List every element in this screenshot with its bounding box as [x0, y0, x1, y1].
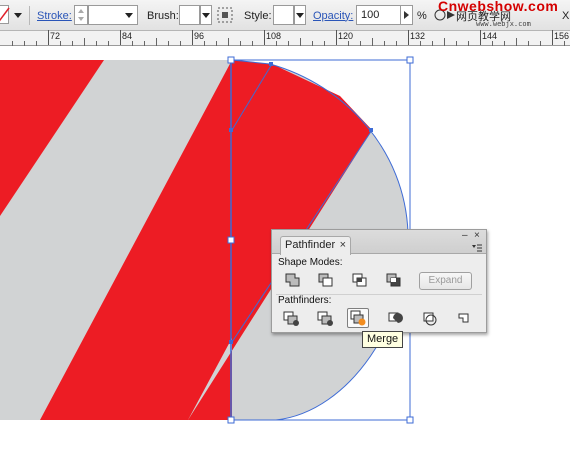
resize-handle[interactable]: [227, 56, 235, 64]
minus-back-icon: [458, 313, 469, 323]
panel-close-button[interactable]: ×: [474, 230, 480, 241]
intersect-icon: [352, 273, 367, 287]
expand-button[interactable]: Expand: [419, 272, 472, 290]
divide-button[interactable]: [281, 309, 303, 329]
panel-header[interactable]: – × Pathfinder ×: [272, 230, 486, 255]
stepper-arrows-icon: [78, 9, 84, 21]
stroke-swatch[interactable]: [0, 5, 10, 24]
stroke-swatch-dropdown-icon[interactable]: [14, 13, 22, 18]
shape-modes-label: Shape Modes:: [278, 257, 343, 268]
stroke-weight-dropdown-icon[interactable]: [125, 13, 133, 18]
trim-icon: [317, 311, 333, 326]
minus-front-icon: [318, 273, 333, 287]
none-slash-icon: [0, 7, 10, 22]
exclude-icon: [386, 273, 401, 287]
style-label: Style:: [244, 9, 272, 22]
outline-icon: [423, 312, 437, 326]
pathfinders-label: Pathfinders:: [278, 295, 332, 306]
anchor-point[interactable]: [229, 340, 233, 344]
minus-back-button[interactable]: [452, 309, 474, 329]
brush-libraries-icon[interactable]: [217, 7, 233, 23]
minimize-button[interactable]: –: [462, 230, 468, 241]
anchor-point[interactable]: [269, 62, 273, 66]
trim-button[interactable]: [315, 309, 337, 329]
opacity-dropdown[interactable]: [400, 5, 413, 25]
ruler-minor-ticks: [12, 38, 565, 46]
chevron-right-icon: [404, 11, 409, 19]
brush-dropdown-icon: [202, 13, 210, 18]
style-dropdown-icon: [296, 13, 304, 18]
style-swatch[interactable]: [273, 5, 294, 25]
tab-label: Pathfinder: [285, 239, 336, 251]
tab-close-icon[interactable]: ×: [340, 237, 346, 254]
watermark-sub: www.webjx.com: [476, 20, 531, 28]
resize-handle[interactable]: [406, 416, 414, 424]
divider: [29, 6, 30, 25]
stroke-label[interactable]: Stroke:: [37, 10, 72, 22]
crop-button[interactable]: [384, 309, 406, 329]
minus-front-button[interactable]: [315, 270, 337, 290]
merge-button[interactable]: [347, 308, 369, 328]
resize-handle[interactable]: [227, 236, 235, 244]
panel-menu-icon[interactable]: [472, 244, 482, 252]
unite-icon: [285, 273, 300, 287]
resize-handle[interactable]: [227, 416, 235, 424]
intersect-button[interactable]: [349, 270, 371, 290]
outline-button[interactable]: [419, 309, 441, 329]
opacity-value: 100: [361, 9, 380, 21]
crop-icon: [388, 312, 403, 323]
brush-label: Brush:: [147, 9, 179, 22]
pathfinder-panel: – × Pathfinder × Shape Modes: Expand Pat…: [271, 229, 487, 333]
anchor-point[interactable]: [369, 128, 373, 132]
brush-swatch[interactable]: [179, 5, 200, 25]
exclude-button[interactable]: [383, 270, 405, 290]
horizontal-ruler[interactable]: 72 84 96 108 120 132 144 156: [0, 30, 570, 46]
merge-icon: [350, 310, 366, 326]
close-label[interactable]: X: [562, 10, 569, 22]
resize-handle[interactable]: [406, 56, 414, 64]
unite-button[interactable]: [282, 270, 304, 290]
merge-tooltip: Merge: [362, 331, 404, 348]
tab-pathfinder[interactable]: Pathfinder ×: [280, 236, 351, 255]
opacity-input[interactable]: 100: [356, 5, 401, 25]
stroke-weight-stepper[interactable]: [74, 5, 88, 25]
opacity-label[interactable]: Opacity:: [313, 10, 353, 22]
anchor-point[interactable]: [229, 128, 233, 132]
opacity-unit: %: [417, 9, 427, 22]
divide-icon: [283, 311, 299, 326]
